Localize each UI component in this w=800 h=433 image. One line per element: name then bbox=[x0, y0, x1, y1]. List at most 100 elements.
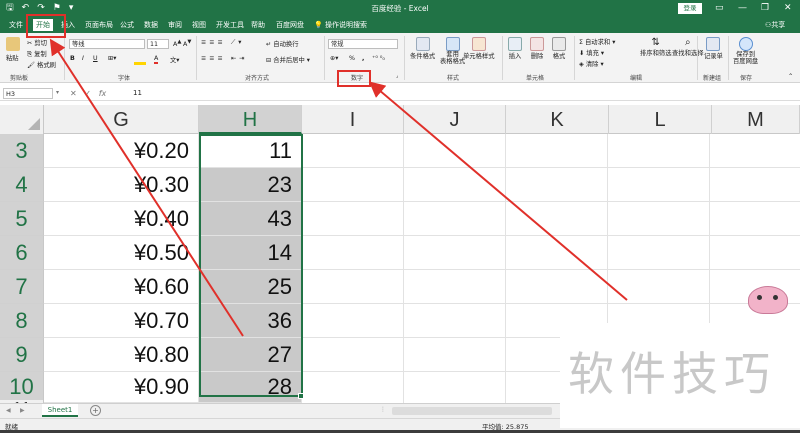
underline-button[interactable]: U bbox=[93, 55, 98, 62]
prev-sheet-icon[interactable]: ◀ bbox=[6, 407, 11, 414]
cell-h4[interactable]: 23 bbox=[199, 168, 302, 202]
cell-g6[interactable]: ¥0.50 bbox=[44, 236, 199, 270]
share-button[interactable]: ⚇共享 bbox=[765, 19, 785, 31]
fill-color-icon[interactable] bbox=[134, 55, 146, 65]
cell-h8[interactable]: 36 bbox=[199, 304, 302, 338]
tab-file[interactable]: 文件 bbox=[6, 19, 26, 31]
number-format-select[interactable]: 常规 bbox=[328, 39, 398, 49]
phonetic-icon[interactable]: 文▾ bbox=[170, 55, 179, 64]
ribbon-display-icon[interactable]: ▭ bbox=[715, 2, 724, 14]
tab-page-layout[interactable]: 页面布局 bbox=[82, 19, 116, 31]
tell-me-search[interactable]: 💡 操作说明搜索 bbox=[314, 19, 367, 31]
next-sheet-icon[interactable]: ▶ bbox=[20, 407, 25, 414]
find-select-button[interactable]: ⌕ 查找和选择 bbox=[672, 37, 703, 57]
tab-review[interactable]: 审阅 bbox=[165, 19, 185, 31]
conditional-format-button[interactable]: 条件格式 bbox=[410, 37, 435, 60]
save-to-netdisk-button[interactable]: 保存到 百度网盘 bbox=[733, 37, 758, 65]
percent-button[interactable]: % bbox=[349, 55, 355, 62]
font-size-select[interactable]: 11 bbox=[147, 39, 169, 49]
tab-splitter-icon[interactable]: ⋮ bbox=[380, 406, 386, 413]
record-form-button[interactable]: 记录单 bbox=[704, 37, 723, 60]
cell-g3[interactable]: ¥0.20 bbox=[44, 134, 199, 168]
autosum-button[interactable]: Σ 自动求和 ▾ bbox=[579, 37, 615, 46]
column-header-l[interactable]: L bbox=[609, 105, 712, 134]
restore-icon[interactable]: ❐ bbox=[761, 2, 769, 14]
fx-icon[interactable]: fx bbox=[99, 89, 107, 98]
italic-button[interactable]: I bbox=[82, 55, 84, 62]
tab-baidu-netdisk[interactable]: 百度网盘 bbox=[273, 19, 307, 31]
format-cells-button[interactable]: 格式 bbox=[552, 37, 566, 60]
borders-icon[interactable]: ⊞▾ bbox=[108, 55, 116, 62]
dialog-launcher-icon[interactable]: ⌟ bbox=[396, 73, 398, 79]
cancel-icon[interactable]: ✕ bbox=[70, 89, 77, 98]
tab-view[interactable]: 视图 bbox=[189, 19, 209, 31]
copy-button[interactable]: ⎘ 复制 bbox=[27, 49, 47, 59]
fill-handle[interactable] bbox=[298, 393, 304, 399]
cell-h7[interactable]: 25 bbox=[199, 270, 302, 304]
column-header-j[interactable]: J bbox=[404, 105, 506, 134]
cell-g5[interactable]: ¥0.40 bbox=[44, 202, 199, 236]
bold-button[interactable]: B bbox=[70, 55, 75, 62]
format-painter-button[interactable]: 🖌 格式刷 bbox=[27, 60, 56, 69]
sheet-tab-sheet1[interactable]: Sheet1 bbox=[42, 404, 78, 417]
close-icon[interactable]: ✕ bbox=[784, 2, 792, 14]
collapse-ribbon-icon[interactable]: ⌃ bbox=[788, 73, 793, 80]
row-header[interactable]: 6 bbox=[0, 236, 44, 270]
clear-button[interactable]: ◈ 清除 ▾ bbox=[579, 59, 604, 68]
column-header-m[interactable]: M bbox=[712, 105, 800, 134]
shrink-font-icon[interactable]: A▼ bbox=[183, 39, 191, 48]
row-header[interactable]: 10 bbox=[0, 372, 44, 403]
enter-icon[interactable]: ✓ bbox=[84, 89, 91, 98]
tab-data[interactable]: 数据 bbox=[141, 19, 161, 31]
cell-g7[interactable]: ¥0.60 bbox=[44, 270, 199, 304]
cell-g9[interactable]: ¥0.80 bbox=[44, 338, 199, 372]
name-box[interactable]: H3 bbox=[3, 88, 53, 99]
row-header[interactable]: 8 bbox=[0, 304, 44, 338]
column-header-h[interactable]: H bbox=[199, 105, 302, 134]
tab-developer[interactable]: 开发工具 bbox=[213, 19, 247, 31]
login-button[interactable]: 登录 bbox=[678, 3, 702, 14]
sort-filter-button[interactable]: ⇅ 排序和筛选 bbox=[640, 37, 671, 57]
tab-formulas[interactable]: 公式 bbox=[117, 19, 137, 31]
cell-styles-button[interactable]: 单元格样式 bbox=[463, 37, 494, 60]
cell-h3[interactable]: 11 bbox=[199, 134, 302, 168]
add-sheet-icon[interactable]: + bbox=[90, 405, 101, 416]
paste-button[interactable]: 粘贴 bbox=[6, 37, 20, 62]
select-all-button[interactable] bbox=[0, 105, 44, 134]
row-header[interactable]: 7 bbox=[0, 270, 44, 304]
decimal-icons[interactable]: ⁺⁰ ⁰₀ bbox=[372, 55, 385, 62]
row-header[interactable]: 9 bbox=[0, 338, 44, 372]
cell-h10[interactable]: 28 bbox=[199, 372, 302, 403]
column-header-g[interactable]: G bbox=[44, 105, 199, 134]
insert-cells-button[interactable]: 插入 bbox=[508, 37, 522, 60]
row-header[interactable]: 3 bbox=[0, 134, 44, 168]
horizontal-scrollbar[interactable] bbox=[392, 407, 552, 415]
delete-cells-button[interactable]: 删除 bbox=[530, 37, 544, 60]
font-color-icon[interactable]: A bbox=[154, 55, 159, 64]
font-name-select[interactable]: 等线 bbox=[69, 39, 145, 49]
name-box-dropdown-icon[interactable]: ▾ bbox=[56, 89, 59, 96]
formula-input[interactable]: 11 bbox=[133, 89, 142, 97]
cell-h9[interactable]: 27 bbox=[199, 338, 302, 372]
format-as-table-button[interactable]: 套用 表格格式 bbox=[440, 37, 465, 65]
row-header[interactable]: 5 bbox=[0, 202, 44, 236]
cell-g4[interactable]: ¥0.30 bbox=[44, 168, 199, 202]
column-header-k[interactable]: K bbox=[506, 105, 609, 134]
merge-center-button[interactable]: ⊟ 合并后居中 ▾ bbox=[266, 55, 310, 64]
cell-h6[interactable]: 14 bbox=[199, 236, 302, 270]
comma-button[interactable]: , bbox=[362, 55, 364, 62]
cell-g8[interactable]: ¥0.70 bbox=[44, 304, 199, 338]
grow-font-icon[interactable]: A▲ bbox=[173, 39, 181, 48]
minimize-icon[interactable]: — bbox=[738, 2, 747, 14]
tab-help[interactable]: 帮助 bbox=[248, 19, 268, 31]
column-header-i[interactable]: I bbox=[302, 105, 404, 134]
wrap-text-button[interactable]: ↵ 自动换行 bbox=[266, 39, 298, 48]
row-header[interactable]: 4 bbox=[0, 168, 44, 202]
accounting-format-icon[interactable]: ⊕▾ bbox=[330, 55, 338, 62]
cell-g10[interactable]: ¥0.90 bbox=[44, 372, 199, 403]
cut-button[interactable]: ✂ 剪切 bbox=[27, 38, 47, 47]
vertical-align-icons[interactable]: ≡≡≡ ⟋▾ bbox=[201, 39, 244, 47]
horizontal-align-icons[interactable]: ≡≡≡ ⇤⇥ bbox=[201, 55, 247, 62]
cell-h5[interactable]: 43 bbox=[199, 202, 302, 236]
fill-button[interactable]: ⬇ 填充 ▾ bbox=[579, 48, 604, 57]
